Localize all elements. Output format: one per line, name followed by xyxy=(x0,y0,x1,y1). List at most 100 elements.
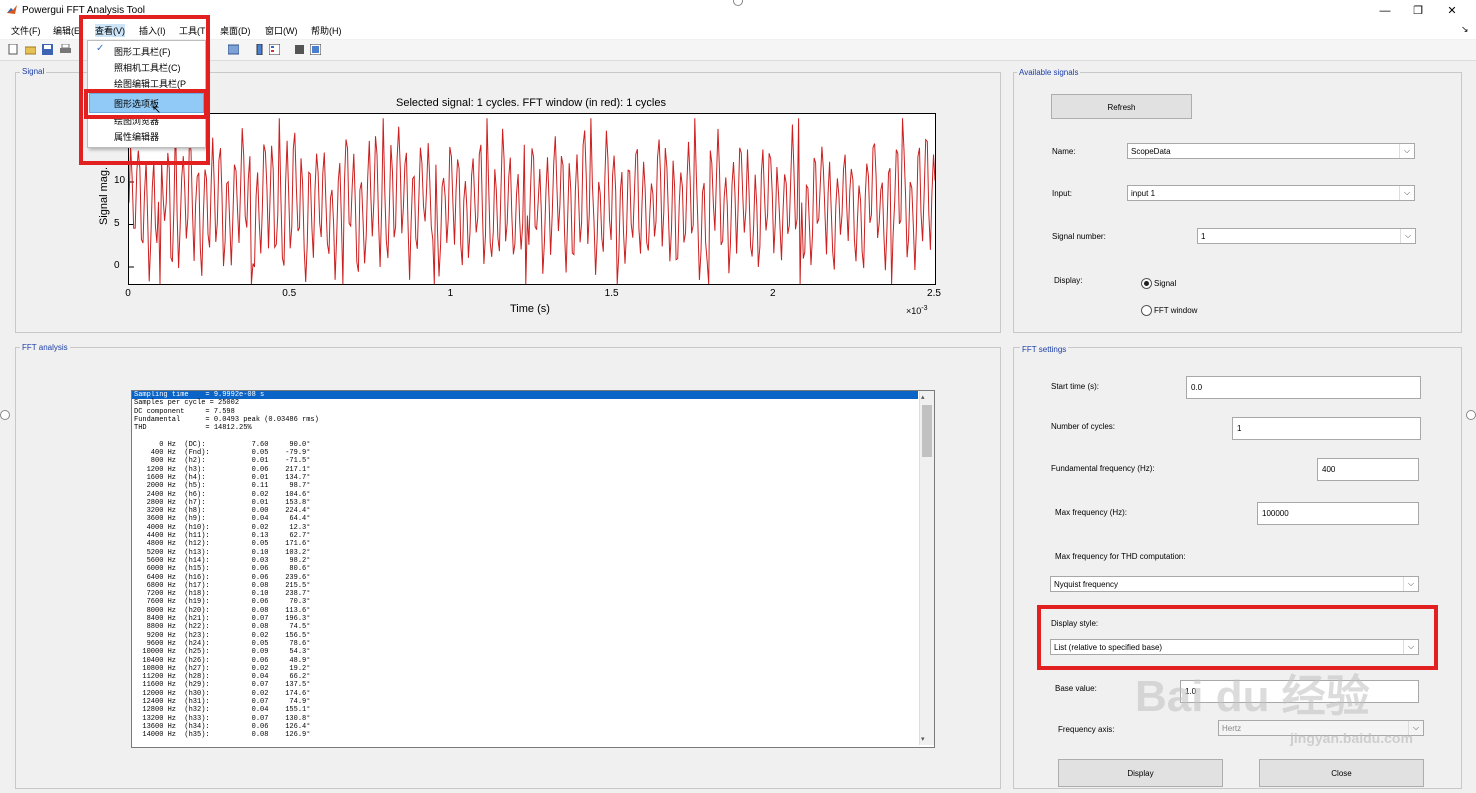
name-label: Name: xyxy=(1052,147,1076,156)
watermark-url: jingyan.baidu.com xyxy=(1290,730,1413,746)
fft-result-line[interactable]: 8800 Hz (h22): 0.08 74.5° xyxy=(132,623,918,631)
signal-series-line xyxy=(128,118,936,285)
menu-edit[interactable]: 编辑(E xyxy=(53,24,80,37)
max-freq-label: Max frequency (Hz): xyxy=(1055,508,1128,517)
base-value-label: Base value: xyxy=(1055,684,1097,693)
signal-plot-area[interactable] xyxy=(128,113,936,285)
fft-result-line[interactable]: 2800 Hz (h7): 0.01 153.8° xyxy=(132,499,918,507)
max-thd-select[interactable]: Nyquist frequency ⌵ xyxy=(1050,576,1419,592)
input-label: Input: xyxy=(1052,189,1073,198)
fft-result-line[interactable]: 9600 Hz (h24): 0.05 78.6° xyxy=(132,640,918,648)
fft-result-line[interactable]: 11600 Hz (h29): 0.07 137.5° xyxy=(132,681,918,689)
signal-number-select[interactable]: 1 ⌵ xyxy=(1197,228,1416,244)
fft-results-list[interactable]: Sampling time = 9.9992e-08 s Samples per … xyxy=(131,390,935,748)
menu-desktop[interactable]: 桌面(D) xyxy=(220,24,251,37)
dock-arrow-icon[interactable]: ↘ xyxy=(1461,24,1469,35)
name-select[interactable]: ScopeData ⌵ xyxy=(1127,143,1415,159)
refresh-button[interactable]: Refresh xyxy=(1051,94,1192,119)
fft-result-line[interactable]: 6400 Hz (h16): 0.06 239.6° xyxy=(132,574,918,582)
close-window-button[interactable]: ✕ xyxy=(1440,3,1464,19)
start-time-input[interactable]: 0.0 xyxy=(1186,376,1421,399)
plot-title: Selected signal: 1 cycles. FFT window (i… xyxy=(395,97,666,109)
menu-help[interactable]: 帮助(H) xyxy=(311,24,342,37)
y-tick-label: 10 xyxy=(114,175,126,186)
close-button[interactable]: Close xyxy=(1259,759,1424,787)
fft-result-line[interactable]: 6800 Hz (h17): 0.08 215.5° xyxy=(132,582,918,590)
scroll-down-icon[interactable]: ▾ xyxy=(921,735,925,743)
fft-result-line[interactable]: Fundamental = 0.0493 peak (0.03486 rms) xyxy=(132,416,918,424)
fft-result-line[interactable]: DC component = 7.598 xyxy=(132,408,918,416)
open-folder-icon[interactable] xyxy=(24,44,37,55)
colorbar-icon[interactable] xyxy=(254,43,265,56)
minimize-button[interactable]: — xyxy=(1373,3,1397,19)
fft-result-line[interactable]: 7600 Hz (h19): 0.06 70.3° xyxy=(132,598,918,606)
fft-result-line[interactable]: 13600 Hz (h34): 0.06 126.4° xyxy=(132,723,918,731)
fft-result-line[interactable]: 3600 Hz (h9): 0.04 64.4° xyxy=(132,515,918,523)
fund-freq-input[interactable]: 400 xyxy=(1317,458,1419,481)
x-tick-label: 1 xyxy=(447,288,454,299)
save-icon[interactable] xyxy=(42,44,53,55)
display-button[interactable]: Display xyxy=(1058,759,1223,787)
input-select[interactable]: input 1 ⌵ xyxy=(1127,185,1415,201)
scrollbar-thumb[interactable] xyxy=(922,405,932,457)
display-signal-radio[interactable] xyxy=(1141,278,1152,289)
fft-result-line[interactable]: 12000 Hz (h30): 0.02 174.6° xyxy=(132,690,918,698)
fft-result-line[interactable]: 1200 Hz (h3): 0.06 217.1° xyxy=(132,466,918,474)
resize-handle-left[interactable] xyxy=(0,410,10,420)
chevron-down-icon: ⌵ xyxy=(1399,144,1414,158)
fft-result-line[interactable]: 10800 Hz (h27): 0.02 19.2° xyxy=(132,665,918,673)
x-tick-label: 2 xyxy=(770,288,776,299)
fft-list-scrollbar[interactable]: ▴ ▾ xyxy=(919,391,934,745)
fft-result-line[interactable]: 9200 Hz (h23): 0.02 156.5° xyxy=(132,632,918,640)
legend-icon[interactable] xyxy=(268,43,281,56)
fft-result-line[interactable]: 14000 Hz (h35): 0.08 126.9° xyxy=(132,731,918,739)
figure-toolbar xyxy=(0,40,1476,61)
annotation-box-figure-palette xyxy=(84,89,208,119)
fft-result-line[interactable]: 2000 Hz (h5): 0.11 98.7° xyxy=(132,482,918,490)
fft-result-line[interactable]: 0 Hz (DC): 7.60 90.0° xyxy=(132,441,918,449)
resize-handle-right[interactable] xyxy=(1466,410,1476,420)
scroll-up-icon[interactable]: ▴ xyxy=(921,393,925,401)
fft-result-line[interactable]: 13200 Hz (h33): 0.07 130.8° xyxy=(132,715,918,723)
show-plot-tools-icon[interactable] xyxy=(309,43,322,56)
fft-result-line[interactable]: 6000 Hz (h15): 0.06 80.6° xyxy=(132,565,918,573)
new-file-icon[interactable] xyxy=(8,43,19,55)
fft-result-line[interactable]: THD = 14812.25% xyxy=(132,424,918,432)
fft-result-line[interactable]: 4000 Hz (h10): 0.02 12.3° xyxy=(132,524,918,532)
hide-plot-tools-icon[interactable] xyxy=(294,44,305,55)
fft-result-line[interactable]: 5600 Hz (h14): 0.03 98.2° xyxy=(132,557,918,565)
fft-result-line[interactable]: 10000 Hz (h25): 0.09 54.3° xyxy=(132,648,918,656)
available-signals-title: Available signals xyxy=(1017,68,1081,77)
fund-freq-label: Fundamental frequency (Hz): xyxy=(1051,464,1155,473)
fft-result-line[interactable]: 2400 Hz (h6): 0.02 104.6° xyxy=(132,491,918,499)
fft-result-line[interactable]: 4800 Hz (h12): 0.05 171.6° xyxy=(132,540,918,548)
display-label: Display: xyxy=(1054,276,1083,285)
x-axis-multiplier: ×10-3 xyxy=(906,305,928,316)
fft-result-line[interactable]: Samples per cycle = 25002 xyxy=(132,399,918,407)
chevron-down-icon: ⌵ xyxy=(1399,186,1414,200)
fft-result-line[interactable]: Sampling time = 9.9992e-08 s xyxy=(132,391,918,400)
fft-result-line[interactable]: 8000 Hz (h20): 0.08 113.6° xyxy=(132,607,918,615)
link-plot-icon[interactable] xyxy=(227,44,240,55)
menu-file[interactable]: 文件(F) xyxy=(11,24,41,37)
fft-result-line[interactable]: 12800 Hz (h32): 0.04 155.1° xyxy=(132,706,918,714)
x-tick-label: 0 xyxy=(125,288,131,299)
max-thd-label: Max frequency for THD computation: xyxy=(1055,552,1186,561)
fft-result-line[interactable]: 800 Hz (h2): 0.01 -71.5° xyxy=(132,457,918,465)
matlab-logo-icon xyxy=(6,4,18,16)
fft-result-line[interactable]: 10400 Hz (h26): 0.06 48.9° xyxy=(132,657,918,665)
y-tick-label: 5 xyxy=(114,217,120,229)
display-fft-radio[interactable] xyxy=(1141,305,1152,316)
signal-line-chart xyxy=(128,118,936,285)
start-time-label: Start time (s): xyxy=(1051,382,1100,391)
fft-result-line[interactable] xyxy=(132,432,918,440)
max-freq-input[interactable]: 100000 xyxy=(1257,502,1419,525)
print-icon[interactable] xyxy=(60,43,71,55)
fft-settings-title: FFT settings xyxy=(1020,345,1069,354)
fft-result-line[interactable]: 5200 Hz (h13): 0.10 103.2° xyxy=(132,549,918,557)
cycles-input[interactable]: 1 xyxy=(1232,417,1421,440)
signal-panel-title: Signal xyxy=(20,67,47,76)
x-axis-label: Time (s) xyxy=(510,303,550,315)
maximize-button[interactable]: ❐ xyxy=(1406,3,1430,19)
menu-window[interactable]: 窗口(W) xyxy=(265,24,298,37)
